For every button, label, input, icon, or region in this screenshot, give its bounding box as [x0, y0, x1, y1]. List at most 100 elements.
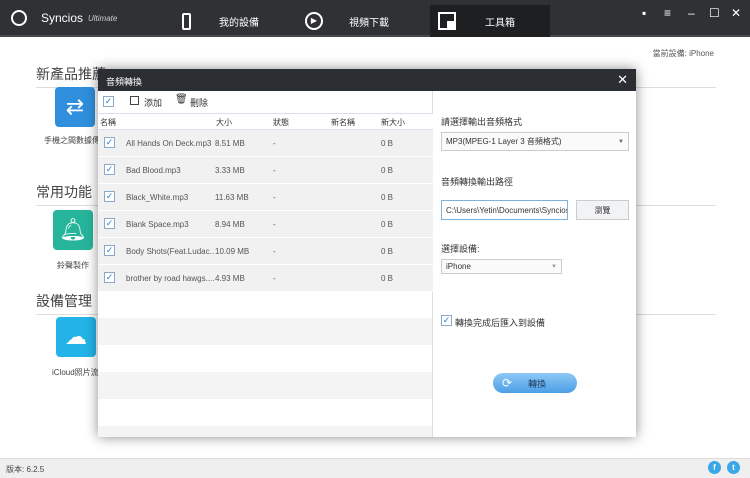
device-select[interactable]: iPhone ▼: [441, 259, 562, 274]
tab-video-download[interactable]: ▶ 視頻下載: [305, 5, 415, 37]
path-input[interactable]: C:\Users\Yetin\Documents\Syncios: [441, 200, 568, 220]
cloud-icon[interactable]: ☁: [56, 317, 96, 357]
current-device: 當前設備: iPhone: [652, 49, 714, 58]
transfer-icon[interactable]: ⇄: [55, 87, 95, 127]
tab-label: 視頻下載: [349, 17, 389, 29]
file-name: brother by road hawgs....: [126, 274, 214, 283]
settings-pane: 請選擇輸出音頻格式 MP3(MPEG-1 Layer 3 音頻格式) ▼ 音頻轉…: [434, 91, 636, 437]
device-value: iPhone: [446, 262, 471, 271]
file-size: 10.09 MB: [215, 247, 250, 256]
format-label: 請選擇輸出音頻格式: [441, 117, 523, 127]
file-size: 11.63 MB: [215, 193, 249, 202]
add-button[interactable]: 添加: [144, 96, 162, 109]
file-pane: ✓ 添加 🗑︎ 刪除 名稱 大小 狀態 新名稱 新大小 ✓ All Hands …: [98, 91, 433, 437]
app-label[interactable]: 鈴聲製作: [57, 260, 89, 271]
path-label: 音頻轉換輸出路徑: [441, 177, 514, 187]
column-new-name[interactable]: 新名稱: [331, 117, 355, 128]
add-icon[interactable]: [130, 96, 139, 105]
file-status: -: [273, 166, 276, 175]
file-new-size: 0 B: [381, 166, 394, 175]
app-label[interactable]: 手機之間數據傳: [44, 135, 98, 146]
title-bar: Syncios Ultimate 我的設備 ▶ 視頻下載 工具箱 ▪ ≡ – ☐…: [0, 0, 750, 37]
row-checkbox[interactable]: ✓: [104, 272, 115, 283]
row-checkbox[interactable]: ✓: [104, 218, 115, 229]
file-size: 8.94 MB: [215, 220, 245, 229]
table-row[interactable]: ✓ Bad Blood.mp3 3.33 MB - 0 B: [98, 157, 433, 184]
file-name: Body Shots(Feat.Ludac...: [126, 247, 214, 256]
trash-icon[interactable]: 🗑︎: [175, 94, 188, 105]
tab-label: 我的設備: [219, 17, 259, 29]
row-checkbox[interactable]: ✓: [104, 164, 115, 175]
format-select[interactable]: MP3(MPEG-1 Layer 3 音頻格式) ▼: [441, 132, 629, 151]
column-new-size[interactable]: 新大小: [381, 117, 405, 128]
tab-toolbox[interactable]: 工具箱: [430, 5, 550, 37]
chevron-down-icon: ▼: [551, 263, 557, 270]
convert-label: 轉換: [528, 378, 547, 389]
file-new-size: 0 B: [381, 139, 394, 148]
row-checkbox[interactable]: ✓: [104, 137, 115, 148]
file-status: -: [273, 193, 276, 202]
table-row[interactable]: ✓ All Hands On Deck.mp3 8.51 MB - 0 B: [98, 130, 433, 157]
dialog-header: 音頻轉換 ✕: [98, 69, 636, 91]
audio-convert-dialog: 音頻轉換 ✕ ✓ 添加 🗑︎ 刪除 名稱 大小 狀態 新名稱 新大小 ✓ All…: [98, 69, 636, 437]
file-status: -: [273, 247, 276, 256]
column-size[interactable]: 大小: [216, 117, 232, 128]
column-status[interactable]: 狀態: [273, 117, 289, 128]
file-status: -: [273, 139, 276, 148]
menu-icon[interactable]: ≡: [664, 6, 671, 20]
device-label: 選擇設備:: [441, 244, 480, 254]
file-name: Bad Blood.mp3: [126, 166, 181, 175]
file-new-size: 0 B: [381, 247, 394, 256]
status-bar: 版本: 6.2.5: [0, 458, 750, 478]
close-icon[interactable]: ✕: [617, 72, 628, 88]
table-header: 名稱 大小 狀態 新名稱 新大小: [98, 113, 433, 130]
app-label[interactable]: iCloud照片流: [52, 367, 98, 378]
minimize-icon[interactable]: –: [688, 6, 695, 20]
browse-label: 瀏覽: [594, 205, 611, 215]
table-row[interactable]: ✓ Black_White.mp3 11.63 MB - 0 B: [98, 184, 433, 211]
toolbox-icon: [438, 12, 456, 30]
file-size: 3.33 MB: [215, 166, 245, 175]
close-icon[interactable]: ✕: [731, 6, 741, 20]
select-all-checkbox[interactable]: ✓: [103, 96, 114, 107]
file-status: -: [273, 220, 276, 229]
file-size: 8.51 MB: [215, 139, 245, 148]
import-checkbox[interactable]: ✓: [441, 315, 452, 326]
delete-button[interactable]: 刪除: [190, 96, 208, 109]
file-size: 4.93 MB: [215, 274, 245, 283]
facebook-icon[interactable]: f: [708, 461, 721, 474]
bell-icon[interactable]: 🔔︎: [53, 210, 93, 250]
browse-button[interactable]: 瀏覽: [576, 200, 629, 220]
tab-label: 工具箱: [485, 17, 515, 29]
refresh-icon: ⟳: [502, 376, 513, 390]
row-checkbox[interactable]: ✓: [104, 191, 115, 202]
app-edition: Ultimate: [88, 14, 118, 23]
version-label: 版本: 6.2.5: [6, 465, 45, 474]
table-row[interactable]: ✓ Body Shots(Feat.Ludac... 10.09 MB - 0 …: [98, 238, 433, 265]
file-name: Blank Space.mp3: [126, 220, 189, 229]
column-name[interactable]: 名稱: [100, 117, 116, 128]
row-checkbox[interactable]: ✓: [104, 245, 115, 256]
maximize-icon[interactable]: ☐: [709, 6, 720, 20]
message-icon[interactable]: ▪: [642, 6, 646, 20]
play-icon: ▶: [305, 12, 323, 30]
dialog-title: 音頻轉換: [106, 77, 143, 87]
syncios-logo-icon: [11, 10, 27, 26]
phone-icon: [182, 12, 191, 30]
format-value: MP3(MPEG-1 Layer 3 音頻格式): [446, 137, 562, 146]
file-status: -: [273, 274, 276, 283]
convert-button[interactable]: ⟳ 轉換: [493, 373, 577, 393]
twitter-icon[interactable]: t: [727, 461, 740, 474]
path-value: C:\Users\Yetin\Documents\Syncios: [446, 205, 568, 215]
import-label[interactable]: 轉換完成后匯入到設備: [455, 316, 545, 329]
table-row[interactable]: ✓ brother by road hawgs.... 4.93 MB - 0 …: [98, 265, 433, 292]
file-new-size: 0 B: [381, 220, 394, 229]
file-new-size: 0 B: [381, 193, 394, 202]
app-name: Syncios: [41, 11, 84, 25]
file-new-size: 0 B: [381, 274, 394, 283]
tab-my-device[interactable]: 我的設備: [176, 5, 286, 37]
chevron-down-icon: ▼: [618, 138, 624, 145]
file-name: All Hands On Deck.mp3: [126, 139, 212, 148]
file-name: Black_White.mp3: [126, 193, 189, 202]
table-row[interactable]: ✓ Blank Space.mp3 8.94 MB - 0 B: [98, 211, 433, 238]
